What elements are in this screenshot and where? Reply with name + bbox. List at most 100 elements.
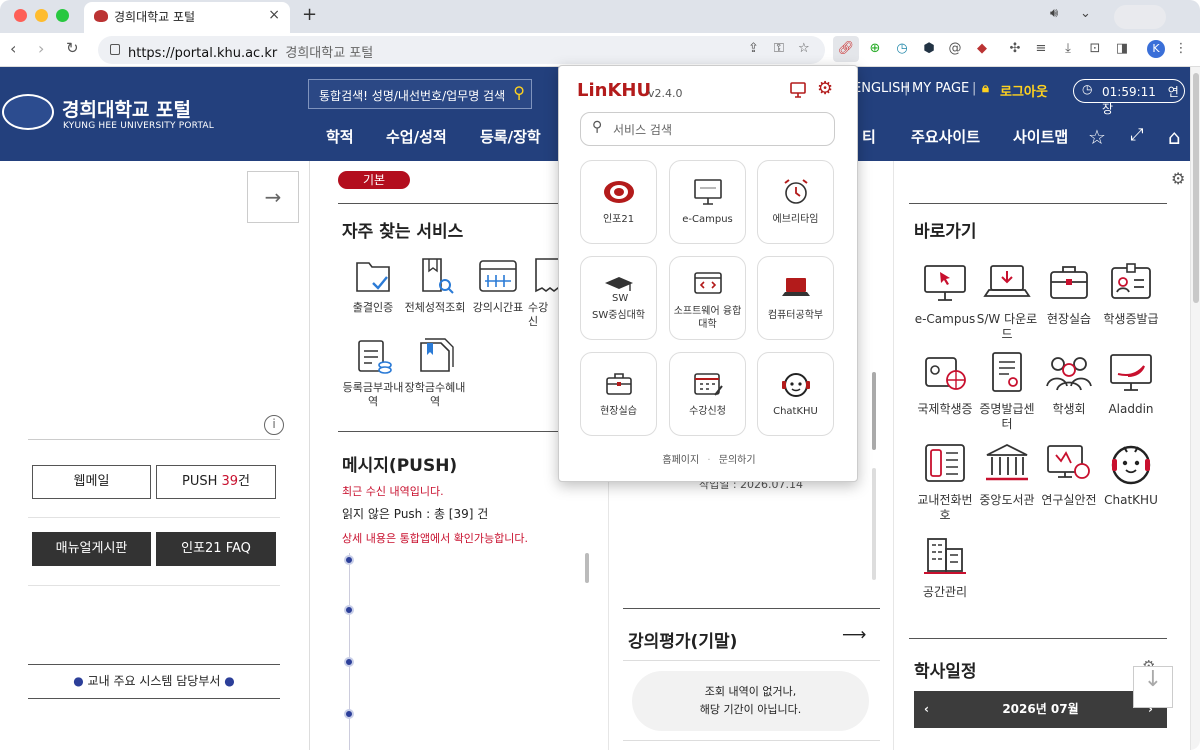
- service-course-reg[interactable]: 수강신: [528, 255, 558, 329]
- menu-community[interactable]: 티: [862, 126, 876, 147]
- profile-pill[interactable]: [1114, 5, 1166, 29]
- extension-hex-icon[interactable]: ⬢: [920, 40, 938, 58]
- menu-sitemap[interactable]: 사이트맵: [1013, 126, 1068, 147]
- browser-menu-icon[interactable]: ⋮: [1172, 40, 1190, 58]
- logout-link[interactable]: 로그아웃: [1000, 81, 1048, 100]
- popup-search-input[interactable]: ⚲ 서비스 검색: [580, 112, 835, 146]
- card-course-registration[interactable]: 수강신청: [669, 352, 746, 436]
- tab-close-icon[interactable]: ×: [268, 7, 280, 23]
- shortcut-library[interactable]: 중앙도서관: [975, 441, 1039, 508]
- browser-tab[interactable]: 경희대학교 포털 ×: [84, 2, 290, 33]
- info21-faq-button[interactable]: 인포21 FAQ: [156, 532, 276, 566]
- close-window-button[interactable]: [14, 9, 27, 22]
- extension-plus-icon[interactable]: ⊕: [866, 40, 884, 58]
- shortcut-chatkhu[interactable]: ChatKHU: [1099, 441, 1163, 508]
- dept-link[interactable]: ● 교내 주요 시스템 담당부서 ●: [28, 672, 280, 689]
- english-link[interactable]: ENGLISH: [853, 81, 910, 96]
- scroll-down-button[interactable]: ↓: [1133, 666, 1173, 708]
- shortcut-student-id[interactable]: 학생증발급: [1099, 260, 1163, 327]
- popup-settings-gear-icon[interactable]: ⚙: [817, 78, 833, 99]
- settings-gear-icon[interactable]: ⚙: [1171, 169, 1185, 188]
- favorite-star-icon[interactable]: ☆: [1088, 125, 1106, 149]
- card-sw-convergence[interactable]: 소프트웨어 융합대학: [669, 256, 746, 340]
- shortcut-intl-id[interactable]: 국제학생증: [913, 350, 977, 417]
- card-info21[interactable]: 인포21: [580, 160, 657, 244]
- prev-month-icon[interactable]: ‹: [924, 691, 929, 728]
- key-icon[interactable]: ⚿: [774, 41, 784, 56]
- expand-icon[interactable]: ⤢: [1130, 125, 1144, 145]
- card-everytime[interactable]: 에브리타임: [757, 160, 834, 244]
- maximize-window-button[interactable]: [56, 9, 69, 22]
- card-sw-university[interactable]: SW SW중심대학: [580, 256, 657, 340]
- extension-threads-icon[interactable]: @: [946, 40, 964, 58]
- card-field-practice[interactable]: 현장실습: [580, 352, 657, 436]
- download-icon[interactable]: ⤓: [1059, 40, 1077, 58]
- service-attendance[interactable]: 출결인증: [342, 255, 404, 315]
- reading-list-icon[interactable]: ≡: [1032, 40, 1050, 58]
- shortcut-sw-download[interactable]: S/W 다운로드: [975, 260, 1039, 342]
- arrow-right-icon[interactable]: ⟶: [842, 625, 866, 645]
- share-icon[interactable]: ⇪: [748, 41, 759, 56]
- portal-logo-title[interactable]: 경희대학교 포털: [62, 95, 191, 122]
- service-grade-lookup[interactable]: 전체성적조회: [404, 255, 466, 315]
- shortcut-certificate[interactable]: 증명발급센터: [975, 350, 1039, 432]
- reload-icon[interactable]: ↻: [66, 39, 79, 57]
- card-ecampus[interactable]: e-Campus: [669, 160, 746, 244]
- session-timer[interactable]: ◷ 01:59:11 연장: [1073, 79, 1185, 116]
- extensions-puzzle-icon[interactable]: ✣: [1006, 40, 1024, 58]
- forward-icon[interactable]: ›: [38, 39, 44, 58]
- contact-link[interactable]: 문의하기: [719, 455, 756, 466]
- home-icon[interactable]: ⌂: [1168, 125, 1181, 149]
- bookmark-star-icon[interactable]: ☆: [798, 41, 810, 56]
- tab-audio-icon[interactable]: 🔊︎: [1050, 6, 1058, 21]
- service-timetable[interactable]: 강의시간표: [467, 255, 529, 315]
- menu-class-grade[interactable]: 수업/성적: [386, 126, 447, 147]
- mypage-link[interactable]: MY PAGE: [912, 81, 969, 96]
- timeline-dot[interactable]: [344, 605, 354, 615]
- address-bar[interactable]: https://portal.khu.ac.kr 경희대학교 포털 ⇪ ⚿ ☆: [98, 36, 825, 64]
- profile-avatar[interactable]: K: [1147, 40, 1165, 58]
- khu-emblem-icon[interactable]: [2, 94, 54, 130]
- shortcut-space-mgmt[interactable]: 공간관리: [913, 533, 977, 600]
- tab-list-chevron-icon[interactable]: ⌄: [1080, 6, 1091, 21]
- shortcut-lab-safety[interactable]: 연구실안전: [1037, 441, 1101, 508]
- shortcut-phone-book[interactable]: 교내전화번호: [913, 441, 977, 523]
- menu-major-sites[interactable]: 주요사이트: [911, 126, 980, 147]
- minimize-window-button[interactable]: [35, 9, 48, 22]
- webmail-button[interactable]: 웹메일: [32, 465, 151, 499]
- service-label: 출결인증: [352, 301, 394, 314]
- screenshot-icon[interactable]: ⊡: [1086, 40, 1104, 58]
- timeline-dot[interactable]: [344, 555, 354, 565]
- push-button[interactable]: PUSH 39건: [156, 465, 276, 499]
- portal-search-input[interactable]: 통합검색! 성명/내선번호/업무명 검색 ⚲: [308, 79, 532, 109]
- homepage-link[interactable]: 홈페이지: [662, 455, 699, 466]
- extension-flag-icon[interactable]: ◆: [973, 40, 991, 58]
- arrow-right-button[interactable]: →: [247, 171, 299, 223]
- manual-board-button[interactable]: 매뉴얼게시판: [32, 532, 151, 566]
- timeline-dot[interactable]: [344, 709, 354, 719]
- service-tuition-history[interactable]: 등록금부과내역: [342, 335, 404, 409]
- monitor-icon[interactable]: [789, 81, 807, 99]
- shortcut-aladdin[interactable]: Aladdin: [1099, 350, 1163, 417]
- menu-tuition-scholarship[interactable]: 등록/장학: [480, 126, 541, 147]
- basic-tab-pill[interactable]: 기본: [338, 171, 410, 189]
- shortcut-student-council[interactable]: 학생회: [1037, 350, 1101, 417]
- card-computer-eng[interactable]: 컴퓨터공학부: [757, 256, 834, 340]
- notice-scrollbar[interactable]: [872, 372, 876, 450]
- shortcut-field-practice[interactable]: 현장실습: [1037, 260, 1101, 327]
- shortcut-ecampus[interactable]: e-Campus: [913, 260, 977, 327]
- service-scholarship-history[interactable]: 장학금수혜내역: [404, 335, 466, 409]
- info-icon[interactable]: i: [264, 415, 284, 435]
- new-tab-button[interactable]: +: [302, 4, 317, 25]
- menu-academic[interactable]: 학적: [326, 126, 354, 147]
- extension-clock-icon[interactable]: ◷: [893, 40, 911, 58]
- linkhu-extension-icon[interactable]: 🔗︎: [833, 36, 859, 62]
- push-scrollbar[interactable]: [585, 553, 589, 583]
- back-icon[interactable]: ‹: [10, 39, 16, 58]
- scrollbar-thumb[interactable]: [1193, 73, 1199, 303]
- search-icon[interactable]: ⚲: [513, 83, 525, 102]
- sidebar-icon[interactable]: ◨: [1113, 40, 1131, 58]
- timeline-dot[interactable]: [344, 657, 354, 667]
- page-scrollbar[interactable]: [1190, 67, 1200, 750]
- card-chatkhu[interactable]: ChatKHU: [757, 352, 834, 436]
